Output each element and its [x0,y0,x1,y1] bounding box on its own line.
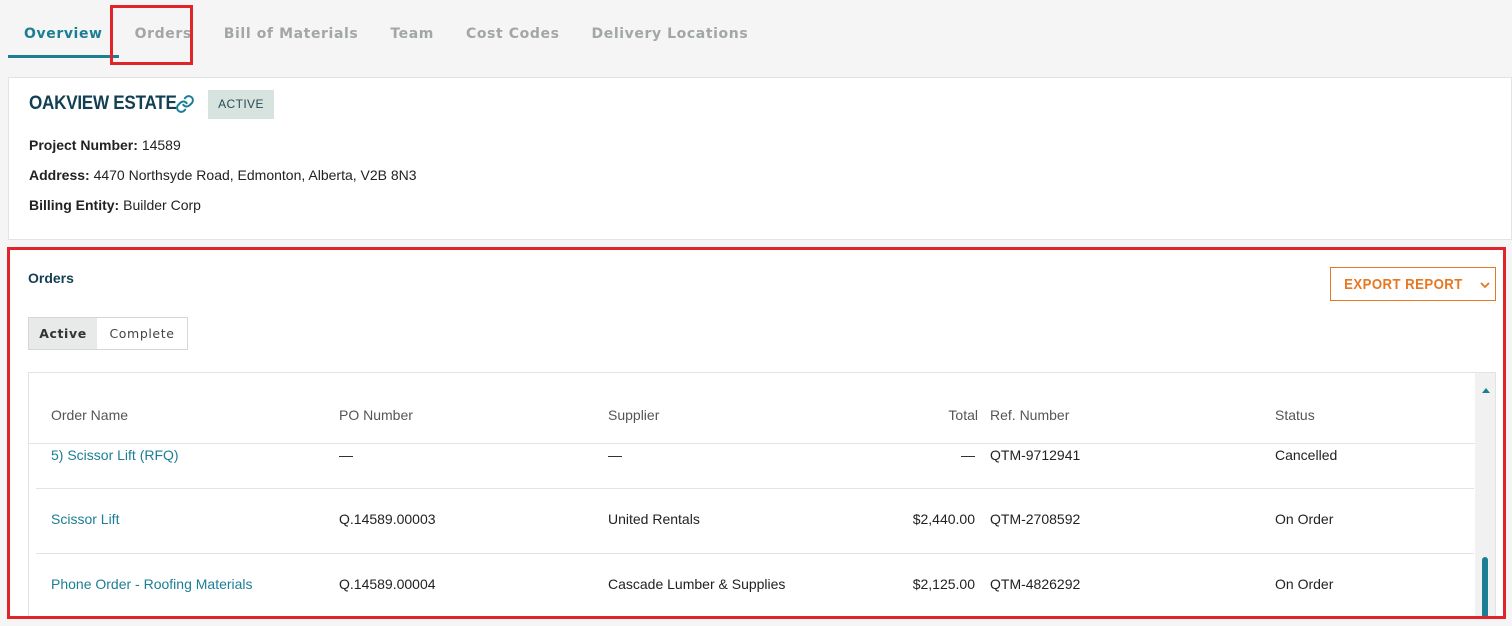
tab-team[interactable]: Team [374,0,450,58]
chevron-down-icon [1480,276,1491,293]
ref-number: QTM-4826292 [990,576,1081,592]
orders-table: Order Name PO Number Supplier Total Ref.… [28,372,1496,618]
order-name-link[interactable]: Scissor Lift [51,511,119,527]
col-order-name[interactable]: Order Name [51,407,128,423]
tab-orders[interactable]: Orders [119,0,208,58]
toggle-complete[interactable]: Complete [97,318,187,349]
total: $2,440.00 [912,511,975,527]
col-total-label: Total [948,407,978,423]
supplier: — [608,447,622,463]
total: — [961,447,975,463]
tab-bill-of-materials[interactable]: Bill of Materials [208,0,375,58]
ref-number: QTM-2708592 [990,511,1081,527]
link-icon[interactable] [175,94,195,114]
status: On Order [1275,511,1334,527]
po-number: — [339,447,353,463]
billing-entity: Billing Entity: Builder Corp [29,197,201,213]
supplier: Cascade Lumber & Supplies [608,576,786,592]
export-report-button[interactable]: EXPORT REPORT [1330,267,1496,301]
table-row: Scissor Lift Q.14589.00003 United Rental… [36,489,1474,554]
project-number-label: Project Number: [29,137,138,153]
project-number: Project Number: 14589 [29,137,181,153]
address-value: 4470 Northsyde Road, Edmonton, Alberta, … [93,167,417,183]
tab-bar: Overview Orders Bill of Materials Team C… [8,0,764,58]
tab-cost-codes[interactable]: Cost Codes [450,0,576,58]
toggle-active[interactable]: Active [29,318,97,349]
orders-title: Orders [28,270,74,286]
col-po-number[interactable]: PO Number [339,407,413,423]
billing-entity-label: Billing Entity: [29,197,120,213]
table-header: Order Name PO Number Supplier Total Ref.… [29,373,1475,444]
project-address: Address: 4470 Northsyde Road, Edmonton, … [29,167,417,183]
orders-panel: Orders EXPORT REPORT Active Complete Ord… [8,248,1506,618]
col-ref-number[interactable]: Ref. Number [990,407,1069,423]
scroll-up-arrow-icon[interactable] [1482,388,1490,393]
address-label: Address: [29,167,90,183]
tab-delivery-locations[interactable]: Delivery Locations [576,0,765,58]
table-row: Phone Order - Roofing Materials Q.14589.… [36,554,1474,618]
billing-entity-value: Builder Corp [123,197,201,213]
status: On Order [1275,576,1334,592]
po-number: Q.14589.00003 [339,511,436,527]
col-supplier[interactable]: Supplier [608,407,659,423]
total: $2,125.00 [912,576,975,592]
status-badge: ACTIVE [208,90,274,119]
order-name-link[interactable]: 5) Scissor Lift (RFQ) [51,447,179,463]
ref-number: QTM-9712941 [990,447,1081,463]
scrollbar-thumb[interactable] [1482,557,1488,618]
status: Cancelled [1275,447,1338,463]
project-card: OAKVIEW ESTATE ACTIVE Project Number: 14… [8,77,1512,240]
po-number: Q.14589.00004 [339,576,436,592]
project-title: OAKVIEW ESTATE [29,93,177,114]
supplier: United Rentals [608,511,700,527]
order-status-toggle: Active Complete [28,317,188,350]
table-row: 5) Scissor Lift (RFQ) — — — QTM-9712941 … [36,445,1474,489]
order-name-link[interactable]: Phone Order - Roofing Materials [51,576,253,592]
export-report-label: EXPORT REPORT [1343,275,1463,293]
vertical-scrollbar[interactable] [1475,373,1495,618]
project-number-value: 14589 [141,137,181,153]
tab-overview[interactable]: Overview [8,0,119,58]
col-status[interactable]: Status [1275,407,1315,423]
